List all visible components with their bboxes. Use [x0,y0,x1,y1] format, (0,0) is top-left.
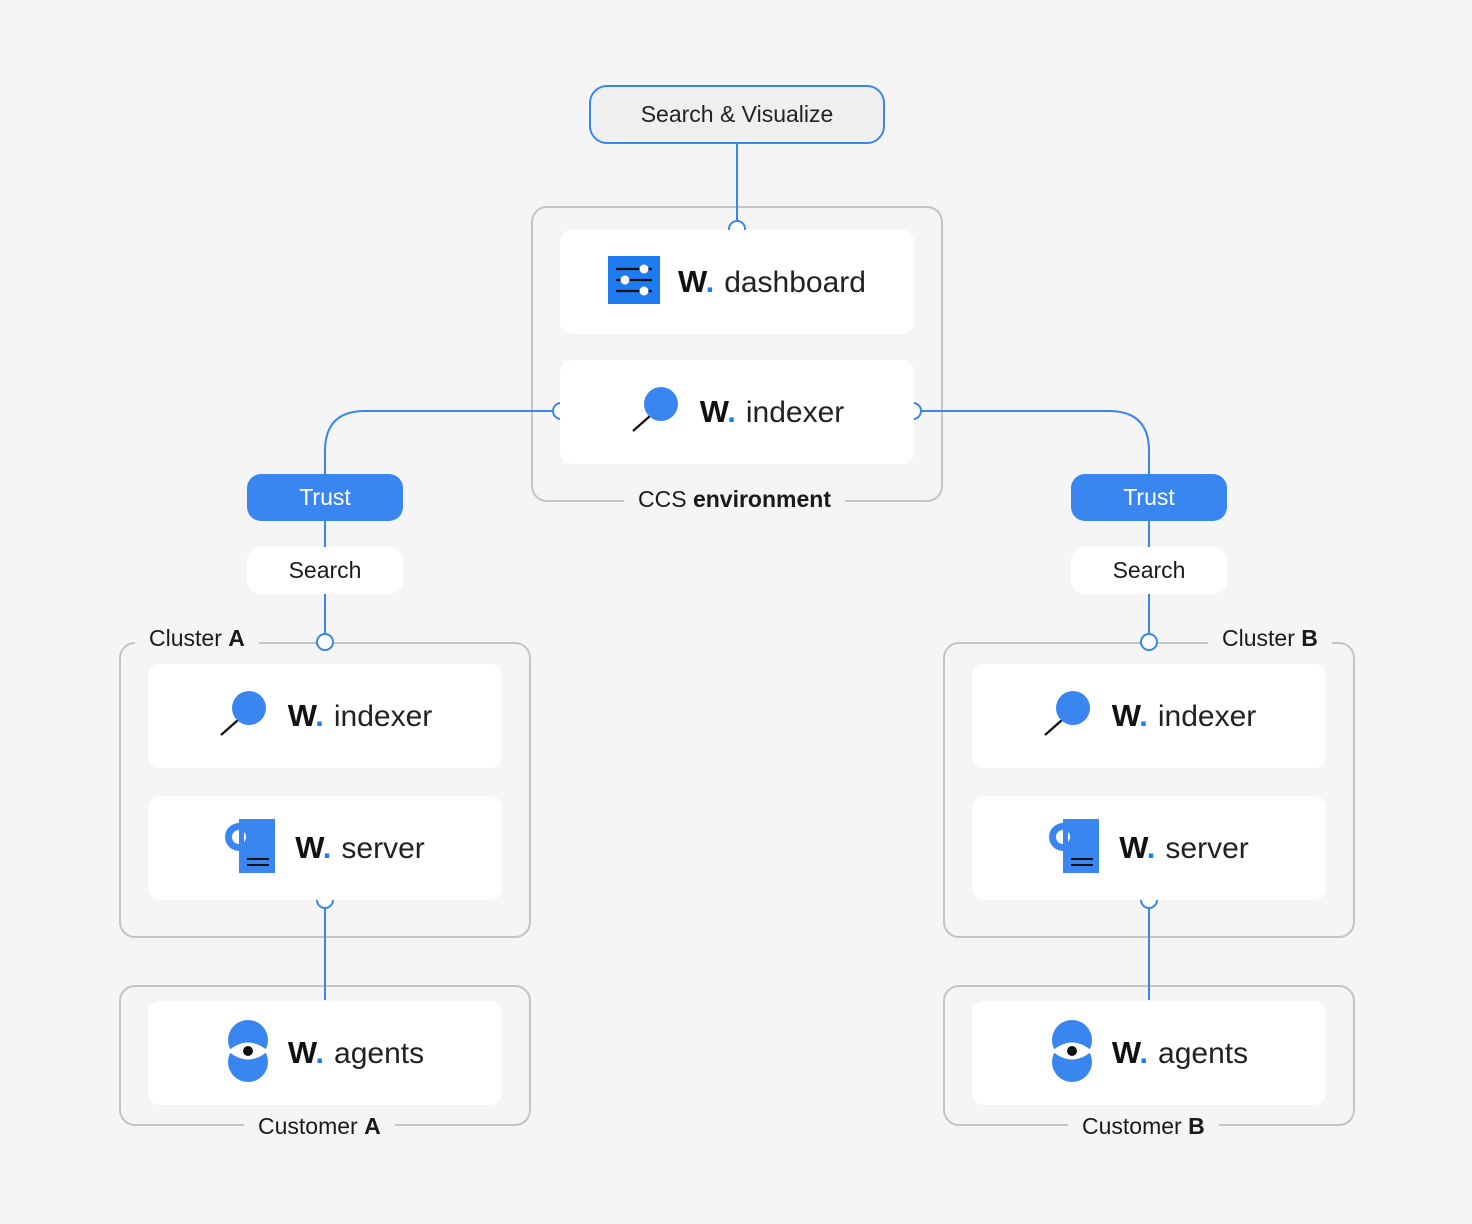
label-bold: environment [692,486,831,512]
component-name: W. server [1119,830,1249,866]
eye-icon [1050,1019,1094,1087]
label-prefix: Customer [258,1113,358,1139]
ccs-indexer-card[interactable]: W. indexer [560,360,914,464]
component-name: W. server [295,830,425,866]
label-prefix: Cluster [149,625,222,651]
label-prefix: CCS [638,486,687,512]
component-name: W. dashboard [678,264,866,300]
brand-mark: W. [699,394,736,429]
magnifier-icon [630,386,682,439]
brand-mark: W. [1111,1035,1149,1070]
component-name: W. indexer [288,698,433,734]
trust-badge-left: Trust [247,474,403,521]
component-label: agents [1158,1037,1249,1070]
magnifier-icon [1042,690,1094,743]
magnifier-icon [218,690,270,743]
search-visualize-node[interactable]: Search & Visualize [589,85,885,144]
component-name: W. indexer [1112,698,1257,734]
customer-a-agents-card[interactable]: W. agents [148,1001,502,1105]
brand-mark: W. [1111,698,1148,733]
brand-mark: W. [287,698,324,733]
component-label: server [341,832,425,865]
customer-b-label: Customer B [1068,1112,1219,1140]
label-prefix: Customer [1082,1113,1182,1139]
label-bold: B [1188,1113,1205,1139]
customer-a-label: Customer A [244,1112,395,1140]
label-bold: B [1301,625,1318,651]
label-bold: A [228,625,245,651]
search-badge-right: Search [1071,547,1227,594]
brand-mark: W. [1119,830,1156,865]
component-name: W. indexer [700,394,845,430]
cluster-b-server-card[interactable]: W. server [972,796,1326,900]
cluster-a-server-card[interactable]: W. server [148,796,502,900]
brand-mark: W. [287,1035,325,1070]
cluster-b-label: Cluster B [1208,624,1332,652]
component-label: agents [334,1037,425,1070]
line-indexer-to-cluster-b [921,410,1150,634]
port-cluster-b-top [1140,633,1158,651]
port-cluster-a-top [316,633,334,651]
trust-badge-right: Trust [1071,474,1227,521]
server-icon [225,818,277,878]
sliders-icon [608,255,660,309]
component-label: indexer [1157,700,1257,733]
cluster-a-indexer-card[interactable]: W. indexer [148,664,502,768]
component-name: W. agents [1112,1035,1248,1071]
line-indexer-to-cluster-a [324,410,553,634]
cluster-a-label: Cluster A [135,624,259,652]
search-badge-left: Search [247,547,403,594]
label-prefix: Cluster [1222,625,1295,651]
label-bold: A [364,1113,381,1139]
component-label: indexer [333,700,433,733]
customer-b-agents-card[interactable]: W. agents [972,1001,1326,1105]
component-name: W. agents [288,1035,424,1071]
cluster-b-indexer-card[interactable]: W. indexer [972,664,1326,768]
ccs-dashboard-card[interactable]: W. dashboard [560,230,914,334]
server-icon [1049,818,1101,878]
component-label: indexer [745,396,845,429]
brand-mark: W. [678,264,715,299]
component-label: dashboard [724,266,866,299]
ccs-environment-label: CCS environment [624,485,845,513]
brand-mark: W. [295,830,332,865]
component-label: server [1165,832,1249,865]
eye-icon [226,1019,270,1087]
